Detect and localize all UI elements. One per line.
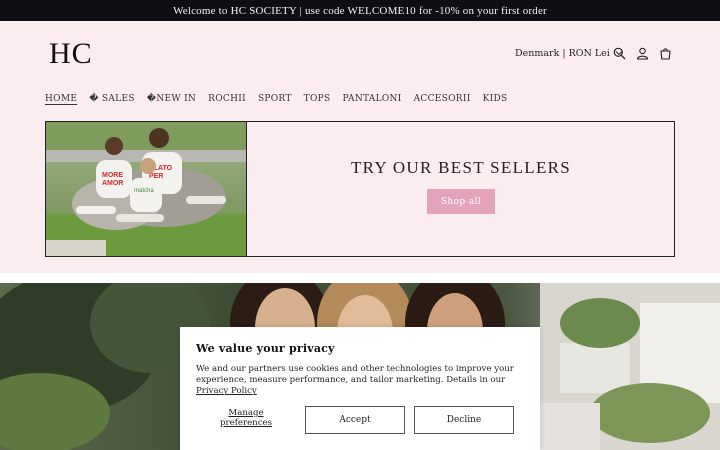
main-nav: HOME � SALES �NEW IN ROCHII SPORT TOPS P… <box>45 94 519 104</box>
nav-item-pantaloni[interactable]: PANTALONI <box>342 94 401 104</box>
search-icon[interactable] <box>612 46 626 60</box>
nav-item-sales[interactable]: � SALES <box>89 94 135 104</box>
svg-text:matcha: matcha <box>134 188 154 194</box>
site-header: HC Denmark | RON Lei HOME � SALES �NEW I… <box>0 21 720 273</box>
nav-item-tops[interactable]: TOPS <box>304 94 331 104</box>
bestsellers-photo[interactable]: MORE AMOR ELATO PER matcha <box>46 122 247 256</box>
manage-label-line1: Manage <box>228 408 264 418</box>
manage-preferences-link[interactable]: Manage preferences <box>196 408 296 428</box>
svg-text:MORE: MORE <box>102 172 123 179</box>
nav-item-sport[interactable]: SPORT <box>258 94 292 104</box>
svg-text:AMOR: AMOR <box>102 180 123 187</box>
locale-label: Denmark | RON Lei <box>515 48 610 59</box>
cart-icon[interactable] <box>658 46 672 60</box>
nav-item-kids[interactable]: KIDS <box>483 94 508 104</box>
site-logo[interactable]: HC <box>49 39 93 69</box>
nav-item-accesorii[interactable]: ACCESORII <box>414 94 471 104</box>
shop-all-button[interactable]: Shop all <box>427 189 495 214</box>
bestsellers-banner: MORE AMOR ELATO PER matcha TRY OUR BEST … <box>45 121 675 257</box>
nav-item-home[interactable]: HOME <box>45 94 77 104</box>
nav-item-new-in[interactable]: �NEW IN <box>147 94 196 104</box>
locale-selector[interactable]: Denmark | RON Lei <box>515 48 623 59</box>
announcement-bar: Welcome to HC SOCIETY | use code WELCOME… <box>0 0 720 21</box>
cookie-consent-dialog: We value your privacy We and our partner… <box>180 327 540 450</box>
account-icon[interactable] <box>635 46 649 60</box>
nav-item-rochii[interactable]: ROCHII <box>208 94 246 104</box>
manage-label-line2: preferences <box>220 418 272 428</box>
banner-title: TRY OUR BEST SELLERS <box>350 158 572 177</box>
decline-button[interactable]: Decline <box>414 406 514 434</box>
privacy-policy-link[interactable]: Privacy Policy <box>196 386 257 396</box>
cookie-body-text: We and our partners use cookies and othe… <box>196 364 514 386</box>
section-divider <box>0 273 720 283</box>
cookie-actions: Manage preferences Accept Decline <box>196 406 524 434</box>
cookie-body: We and our partners use cookies and othe… <box>196 364 524 398</box>
cookie-title: We value your privacy <box>196 342 335 355</box>
announcement-text: Welcome to HC SOCIETY | use code WELCOME… <box>173 4 547 17</box>
accept-button[interactable]: Accept <box>305 406 405 434</box>
